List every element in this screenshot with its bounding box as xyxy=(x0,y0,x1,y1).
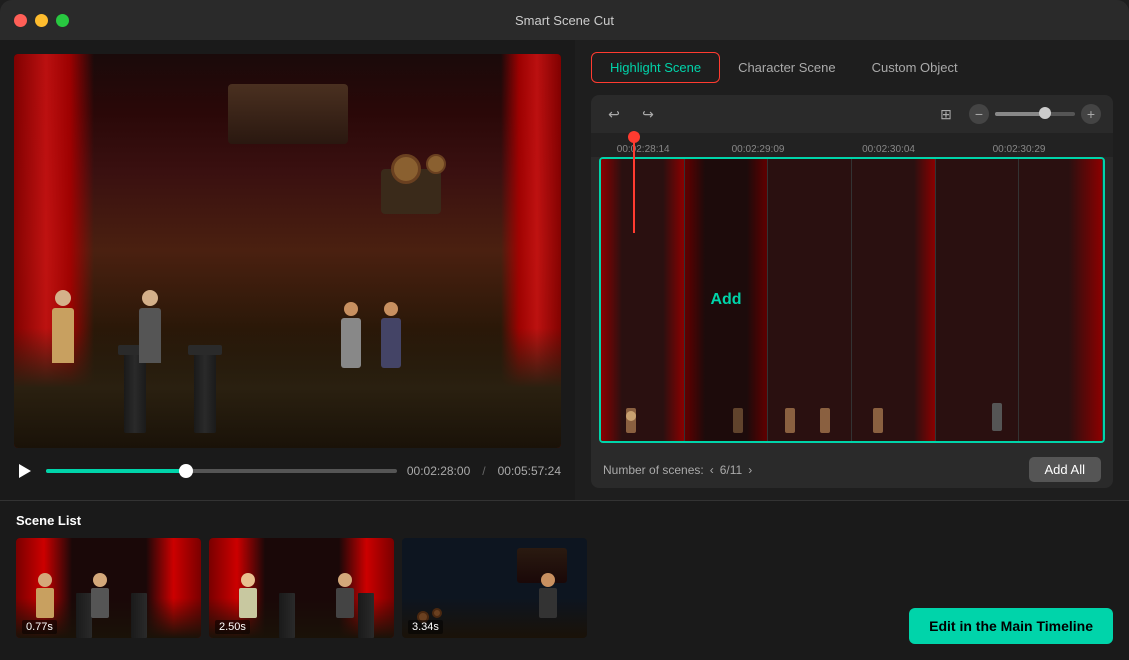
filmstrip-inner: Add xyxy=(601,159,1103,441)
scene-thumbnail-2[interactable]: 2.50s xyxy=(209,538,394,638)
minimize-button[interactable] xyxy=(35,14,48,27)
film-frame-6 xyxy=(1019,159,1103,441)
timeline-footer: Number of scenes: ‹ 6/11 › Add All xyxy=(591,451,1113,488)
action-bar: Edit in the Main Timeline xyxy=(909,608,1113,644)
film-frame-2[interactable]: Add xyxy=(685,159,769,441)
film-frame-5 xyxy=(936,159,1020,441)
prev-scene-arrow[interactable]: ‹ xyxy=(710,463,714,477)
zoom-out-button[interactable]: − xyxy=(969,104,989,124)
video-controls: 00:02:28:00 / 00:05:57:24 xyxy=(14,456,561,486)
zoom-in-button[interactable]: + xyxy=(1081,104,1101,124)
add-label: Add xyxy=(710,291,741,309)
maximize-button[interactable] xyxy=(56,14,69,27)
ruler-marker-1: 00:02:28:14 xyxy=(617,144,670,155)
ruler-marker-3: 00:02:30:04 xyxy=(862,144,915,155)
playhead-head xyxy=(628,131,640,143)
total-time: 00:05:57:24 xyxy=(498,464,561,478)
timeline-ruler: 00:02:28:14 00:02:29:09 00:02:30:04 00:0… xyxy=(591,133,1113,157)
zoom-slider[interactable] xyxy=(995,112,1075,116)
next-scene-arrow[interactable]: › xyxy=(748,463,752,477)
progress-thumb[interactable] xyxy=(179,464,193,478)
video-preview xyxy=(14,54,561,448)
film-frame-1 xyxy=(601,159,685,441)
scene-duration-2: 2.50s xyxy=(215,620,250,634)
tab-custom[interactable]: Custom Object xyxy=(854,53,976,82)
scene-list-title: Scene List xyxy=(16,513,1113,528)
main-content: 00:02:28:00 / 00:05:57:24 Highlight Scen… xyxy=(0,40,1129,500)
film-frame-4 xyxy=(852,159,936,441)
app-title: Smart Scene Cut xyxy=(515,13,614,28)
ruler-marker-4: 00:02:30:29 xyxy=(993,144,1046,155)
undo-icon[interactable]: ↩ xyxy=(603,103,625,125)
video-frame xyxy=(14,54,561,448)
play-icon xyxy=(19,464,31,478)
scenes-fraction: 6/11 xyxy=(720,463,743,477)
video-panel: 00:02:28:00 / 00:05:57:24 xyxy=(0,40,575,500)
timeline-toolbar: ↩ ↪ ⊞ − + xyxy=(591,95,1113,133)
tab-highlight[interactable]: Highlight Scene xyxy=(591,52,720,83)
add-clip-icon[interactable]: ⊞ xyxy=(935,103,957,125)
scenes-count: Number of scenes: ‹ 6/11 › xyxy=(603,463,752,477)
zoom-controls: − + xyxy=(969,104,1101,124)
current-time: 00:02:28:00 xyxy=(407,464,470,478)
scene-duration-1: 0.77s xyxy=(22,620,57,634)
tab-character[interactable]: Character Scene xyxy=(720,53,854,82)
ruler-marker-2: 00:02:29:09 xyxy=(732,144,785,155)
right-panel: Highlight Scene Character Scene Custom O… xyxy=(575,40,1129,500)
close-button[interactable] xyxy=(14,14,27,27)
progress-bar[interactable] xyxy=(46,469,397,473)
scene-duration-3: 3.34s xyxy=(408,620,443,634)
play-button[interactable] xyxy=(14,460,36,482)
scenes-label: Number of scenes: xyxy=(603,463,704,477)
scene-thumbnail-3[interactable]: 3.34s xyxy=(402,538,587,638)
window-controls xyxy=(14,14,69,27)
scene-thumbnail-1[interactable]: 0.77s xyxy=(16,538,201,638)
redo-icon[interactable]: ↪ xyxy=(637,103,659,125)
film-frame-3 xyxy=(768,159,852,441)
edit-timeline-button[interactable]: Edit in the Main Timeline xyxy=(909,608,1113,644)
titlebar: Smart Scene Cut xyxy=(0,0,1129,40)
add-all-button[interactable]: Add All xyxy=(1029,457,1101,482)
tabs: Highlight Scene Character Scene Custom O… xyxy=(591,52,1113,83)
timeline-area: ↩ ↪ ⊞ − + xyxy=(591,95,1113,488)
filmstrip: Add xyxy=(599,157,1105,443)
playhead[interactable] xyxy=(633,133,635,233)
